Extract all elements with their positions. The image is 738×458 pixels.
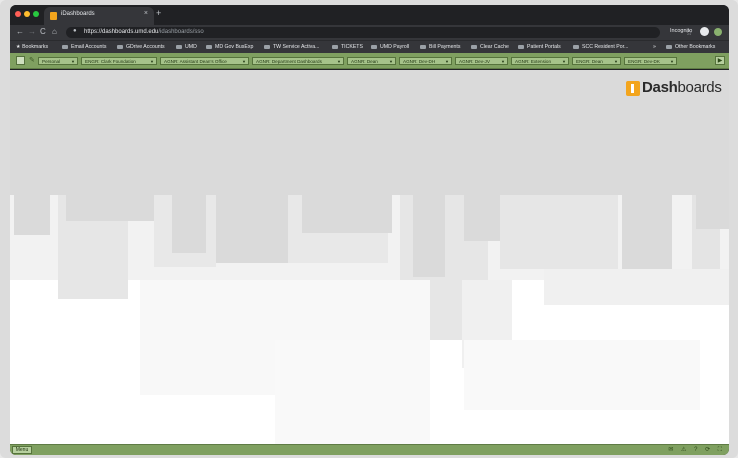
backdrop-block [302,195,392,233]
home-icon[interactable]: ⌂ [52,27,57,36]
backdrop-block [66,195,154,221]
backdrop-block [500,195,618,269]
screen: iDashboards × + ← → C ⌂ ● https://dashbo… [0,0,738,458]
backdrop-block [696,195,729,229]
backdrop-band [10,70,729,195]
bookmark-umd-payroll[interactable]: UMD Payroll [371,44,409,50]
chevron-down-icon: ▼ [337,59,341,64]
payroll-icon [371,44,377,49]
chevron-down-icon: ▼ [445,59,449,64]
dashboard-tab-engr-clark[interactable]: ENGR: Clark Foundation ▼ [81,57,157,65]
folder-icon [62,44,68,49]
backdrop-block [622,195,672,275]
folder-icon [176,44,182,49]
backdrop-block [464,340,700,410]
bookmark-md-gov-busexp[interactable]: MD Gov BusExp [206,44,253,50]
chevron-down-icon: ▼ [389,59,393,64]
idashboards-logo-icon [626,81,640,96]
incognito-avatar-icon[interactable] [700,27,709,36]
slideshow-play-button[interactable]: ▶ [715,56,725,65]
browser-window: iDashboards × + ← → C ⌂ ● https://dashbo… [10,5,729,455]
backdrop-block [413,195,445,277]
dashboard-canvas: Dashboards [10,70,729,444]
bookmarks-label[interactable]: ★ Bookmarks [16,44,48,50]
extension-icon[interactable] [714,28,722,36]
gear-icon [471,44,477,49]
folder-icon [518,44,524,49]
zoom-window-icon[interactable] [33,11,39,17]
incognito-label: Incognito [670,28,693,34]
dashboard-tab-engr-dev-dk[interactable]: ENGR: Dev-DK ▼ [624,57,677,65]
settings-icon[interactable]: ✎ [29,56,35,64]
bookmark-scc-resident[interactable]: SCC Resident Por... [573,44,628,50]
menu-button[interactable]: Menu [12,446,32,454]
tab-strip: iDashboards × + [10,5,729,25]
bookmark-gdrive-accounts[interactable]: GDrive Accounts [117,44,165,50]
dashboard-tab-personal[interactable]: Personal ▼ [38,57,78,65]
idashboards-favicon-icon [50,12,57,20]
folder-icon [206,44,212,49]
bookmark-email-accounts[interactable]: Email Accounts [62,44,106,50]
chevron-down-icon: ▼ [562,59,566,64]
globe-icon [332,44,338,49]
new-tab-button[interactable]: + [156,8,161,18]
backdrop-block [275,340,430,444]
bookmark-other-bookmarks[interactable]: Other Bookmarks [666,44,715,50]
tab-close-icon[interactable]: × [144,10,148,17]
bookmark-clear-cache[interactable]: Clear Cache [471,44,509,50]
browser-toolbar: ← → C ⌂ ● https://dashboards.umd.edu/ida… [10,25,729,40]
url-path: /idashboards/sso [158,29,204,35]
folder-icon [420,44,426,49]
idashboards-footer: Menu ✉ ⚠ ? ⟳ ⛶ [10,444,729,455]
close-window-icon[interactable] [15,11,21,17]
chevron-down-icon: ▼ [71,59,75,64]
tab-title: iDashboards [61,11,95,17]
chevron-down-icon: ▼ [242,59,246,64]
chevron-down-icon: ▼ [501,59,505,64]
bookmark-tw-service[interactable]: TW Service Activa... [264,44,319,50]
dashboard-tab-agnr-dean[interactable]: AGNR: Dean ▼ [347,57,396,65]
lock-icon: ● [73,28,77,34]
address-bar[interactable]: ● https://dashboards.umd.edu/idashboards… [66,27,692,38]
dashboard-tab-agnr-extension[interactable]: AGNR: Extension ▼ [511,57,569,65]
dashboard-tab-agnr-assistant-dean[interactable]: AGNR: Assistant Dean's Office ▼ [160,57,249,65]
forward-icon[interactable]: → [28,27,36,36]
footer-tools[interactable]: ✉ ⚠ ? ⟳ ⛶ [668,446,725,454]
url-host: https://dashboards.umd.edu [84,29,159,35]
dashboard-home-icon[interactable] [16,56,25,65]
idashboards-header: ✎ Personal ▼ ENGR: Clark Foundation ▼ AGNR… [10,53,729,69]
bookmark-tickets[interactable]: TICKETS [332,44,363,50]
back-icon[interactable]: ← [16,27,24,36]
url-text: https://dashboards.umd.edu/idashboards/s… [84,29,204,35]
bookmark-umd[interactable]: UMD [176,44,197,50]
backdrop-block [14,195,50,235]
dashboard-tab-agnr-dev-jv[interactable]: AGNR: Dev-JV ▼ [455,57,508,65]
bookmark-bill-payments[interactable]: Bill Payments [420,44,460,50]
dashboard-tab-agnr-department[interactable]: AGNR: Department Dashboards ▼ [252,57,344,65]
folder-icon [264,44,270,49]
bookmarks-bar: ★ Bookmarks Email Accounts GDrive Accoun… [10,40,729,53]
chevron-down-icon: ▼ [150,59,154,64]
backdrop-block [172,195,206,253]
globe-icon [573,44,579,49]
reload-icon[interactable]: C [40,27,46,36]
dashboard-tab-agnr-dev-dh[interactable]: AGNR: Dev-DH ▼ [399,57,452,65]
backdrop-block [216,195,288,263]
minimize-window-icon[interactable] [24,11,30,17]
chevron-down-icon: ▼ [614,59,618,64]
folder-icon [117,44,123,49]
folder-icon [666,44,672,49]
backdrop-block [544,269,729,305]
dashboard-tab-engr-dean[interactable]: ENGR: Dean ▼ [572,57,621,65]
bookmarks-overflow[interactable]: » [653,44,656,50]
tab-idashboards[interactable]: iDashboards × [44,7,154,25]
bookmark-patient-portals[interactable]: Patient Portals [518,44,561,50]
logo-text: Dashboards [642,79,722,96]
chevron-down-icon: ▼ [670,59,674,64]
